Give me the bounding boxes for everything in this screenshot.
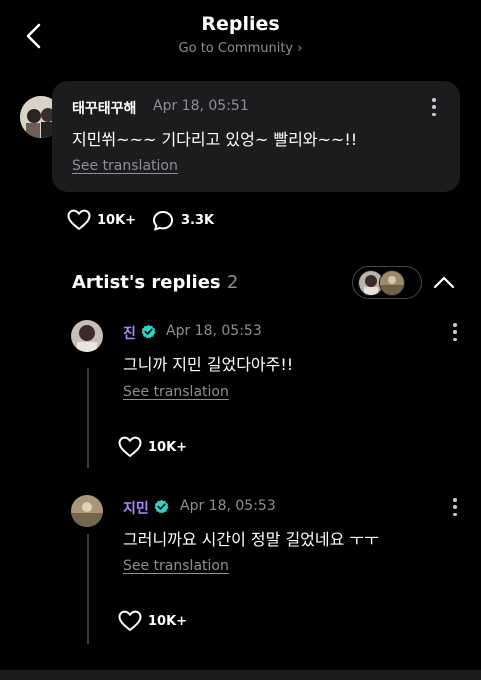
go-to-community-link[interactable]: Go to Community ›: [0, 41, 481, 56]
chevron-up-icon[interactable]: [432, 274, 456, 290]
artist-replies-count: 2: [226, 272, 239, 293]
reply-author-name[interactable]: 지민: [123, 498, 149, 518]
artist-replies-title: Artist's replies 2: [72, 272, 238, 293]
reply-like-count: 10K+: [148, 614, 188, 629]
post-more-icon[interactable]: [431, 98, 437, 116]
reply-author-name[interactable]: 진: [123, 323, 136, 343]
reply-text: 그러니까요 시간이 정말 길었네요 ㅜㅜ: [123, 530, 379, 549]
post-comment-count: 3.3K: [181, 213, 215, 228]
post-like-count: 10K+: [97, 213, 137, 228]
reply-author-avatar[interactable]: [71, 320, 103, 352]
post-author-name[interactable]: 태꾸태꾸해: [72, 98, 136, 118]
reply-more-icon[interactable]: [452, 323, 458, 341]
comment-bubble-icon[interactable]: [151, 209, 175, 233]
thread-line: [87, 534, 89, 644]
heart-icon[interactable]: [118, 610, 142, 632]
bottom-input-bar: [0, 670, 481, 680]
page-title: Replies: [201, 13, 280, 35]
reply-text: 그니까 지민 길었다아주!!: [123, 355, 294, 374]
heart-icon[interactable]: [67, 209, 91, 231]
reply-like-count: 10K+: [148, 440, 188, 455]
reply-timestamp: Apr 18, 05:53: [166, 323, 262, 339]
verified-badge-icon: [141, 324, 156, 339]
reply-see-translation-link[interactable]: See translation: [123, 384, 229, 400]
artist-replies-label: Artist's replies: [72, 272, 221, 293]
thread-line: [87, 368, 89, 468]
artist-avatars-group[interactable]: [352, 266, 422, 299]
reply-see-translation-link[interactable]: See translation: [123, 558, 229, 574]
heart-icon[interactable]: [118, 436, 142, 458]
reply-author-avatar[interactable]: [71, 495, 103, 527]
post-text: 지민쒸~~~ 기다리고 있엉~ 빨리와~~!!: [72, 130, 358, 149]
post-see-translation-link[interactable]: See translation: [72, 158, 178, 174]
verified-badge-icon: [154, 499, 169, 514]
artist-avatar-jimin: [379, 270, 405, 296]
reply-timestamp: Apr 18, 05:53: [180, 498, 276, 514]
post-timestamp: Apr 18, 05:51: [153, 98, 249, 114]
reply-more-icon[interactable]: [452, 498, 458, 516]
